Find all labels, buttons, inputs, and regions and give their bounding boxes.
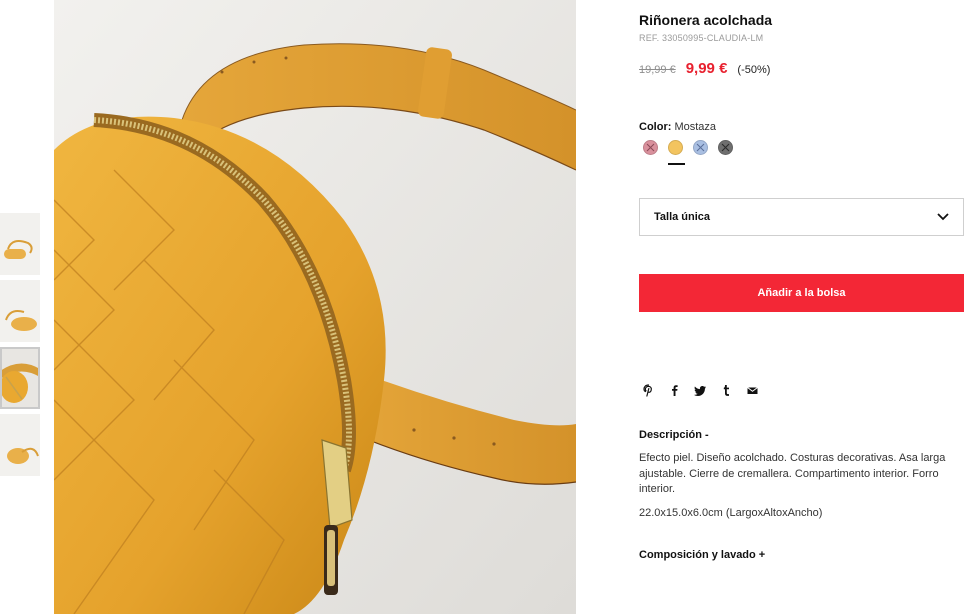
thumbnail-4[interactable] (0, 414, 40, 476)
add-to-bag-button[interactable]: Añadir a la bolsa (639, 274, 964, 312)
composition-heading[interactable]: Composición y lavado + (639, 549, 765, 561)
color-swatch-dark-grey[interactable] (718, 140, 733, 155)
product-reference: REF. 33050995-CLAUDIA-LM (639, 33, 764, 43)
color-swatch-pink[interactable] (643, 140, 658, 155)
color-swatch-mustard[interactable] (668, 140, 683, 155)
color-label-row: Color: Mostaza (639, 121, 716, 133)
tumblr-icon[interactable] (719, 383, 733, 397)
thumbnail-list (0, 213, 40, 481)
color-selected-value: Mostaza (674, 121, 717, 133)
product-dimensions: 22.0x15.0x6.0cm (LargoxAltoxAncho) (639, 507, 823, 519)
email-icon[interactable] (745, 383, 759, 397)
sale-price: 9,99 € (685, 60, 728, 77)
selected-swatch-indicator (668, 163, 685, 165)
share-icons (641, 383, 771, 397)
color-swatches (643, 140, 743, 155)
old-price: 19,99 € (639, 64, 676, 76)
product-image-illustration (54, 0, 576, 614)
size-dropdown[interactable]: Talla única (639, 198, 964, 236)
discount-badge: (-50%) (737, 64, 771, 76)
thumbnail-2[interactable] (0, 280, 40, 342)
size-selected-value: Talla única (654, 211, 711, 223)
color-label: Color: (639, 121, 672, 133)
color-swatch-light-blue[interactable] (693, 140, 708, 155)
product-title: Riñonera acolchada (639, 12, 773, 28)
pinterest-icon[interactable] (641, 383, 655, 397)
thumbnail-3[interactable] (0, 347, 40, 409)
chevron-down-icon (937, 208, 949, 226)
facebook-icon[interactable] (667, 383, 681, 397)
description-heading[interactable]: Descripción - (639, 429, 709, 441)
description-text: Efecto piel. Diseño acolchado. Costuras … (639, 452, 946, 495)
product-image (54, 0, 576, 614)
twitter-icon[interactable] (693, 383, 707, 397)
thumbnail-1[interactable] (0, 213, 40, 275)
price-block: 19,99 € 9,99 € (-50%) (639, 60, 770, 77)
